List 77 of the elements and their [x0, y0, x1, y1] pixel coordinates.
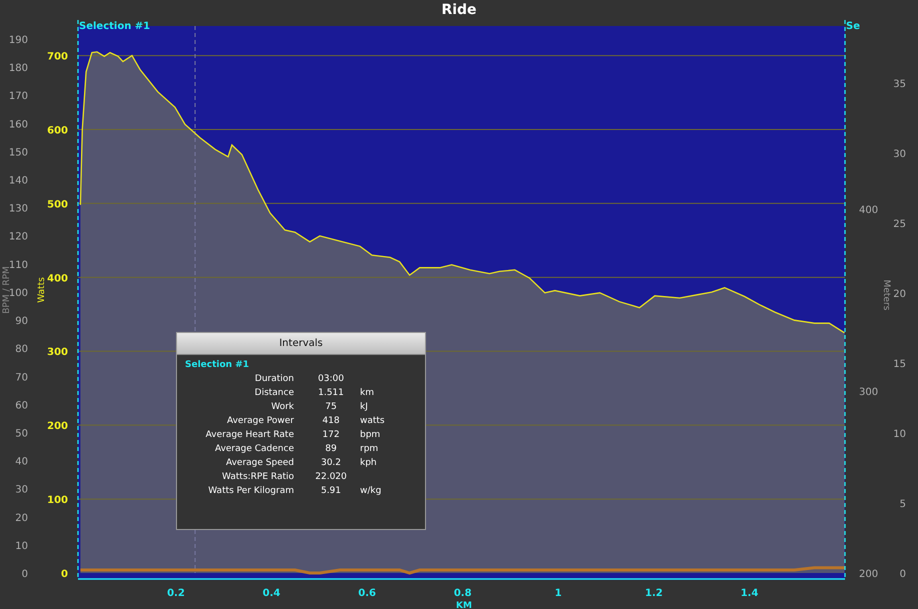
axis-tick-label: 600 [47, 125, 68, 136]
axis-tick-label: 180 [8, 63, 28, 74]
stat-label: Work [270, 401, 295, 414]
axis-tick-label: 90 [15, 316, 28, 328]
axis-tick-label: 700 [47, 52, 68, 63]
stat-value: 22.020 [314, 471, 348, 484]
axis-tick-label: 0 [61, 569, 68, 580]
axis-tick-label: 110 [8, 260, 28, 271]
axis-tick-label: 0.8 [454, 588, 472, 599]
axis-tick-label: 0.2 [167, 588, 185, 599]
axis-title: Watts [37, 277, 47, 303]
axis-title: KM [456, 601, 472, 609]
axis-tick-label: 0 [22, 569, 28, 580]
stat-label: Duration [254, 373, 295, 386]
stat-label: Average Speed [224, 457, 295, 470]
axis-tick-label: 200 [859, 569, 878, 580]
axis-tick-label: 100 [47, 495, 68, 506]
axis-tick-label: 200 [47, 421, 68, 432]
axis-tick-label: 60 [15, 400, 28, 412]
axis-tick-label: 400 [47, 273, 68, 284]
axis-tick-label: 80 [15, 344, 28, 356]
stat-label: Watts Per Kilogram [207, 485, 295, 498]
stat-unit: kph [360, 457, 378, 470]
stat-value: 172 [321, 429, 341, 442]
axis-tick-label: 0.4 [262, 588, 280, 599]
stat-label: Average Cadence [214, 443, 295, 456]
stat-label: Watts:RPE Ratio [221, 471, 295, 484]
stat-label: Distance [254, 387, 295, 400]
axis-tick-label: 15 [893, 359, 906, 370]
axis-tick-label: 140 [8, 176, 28, 187]
stat-label: Average Heart Rate [204, 429, 295, 442]
axis-tick-label: 40 [15, 456, 28, 468]
axis-tick-label: 20 [893, 289, 906, 300]
axis-tick-label: 300 [47, 347, 68, 358]
stat-unit: w/kg [360, 485, 382, 498]
axis-tick-label: 160 [8, 119, 28, 130]
stat-label: Average Power [226, 415, 295, 428]
axis-tick-label: 190 [8, 35, 28, 46]
axis-tick-label: 170 [8, 91, 28, 102]
stat-value: 03:00 [317, 373, 345, 386]
panel-title: Intervals [177, 333, 425, 355]
axis-tick-label: 5 [900, 499, 906, 510]
axis-title: Meters [881, 280, 891, 310]
axis-tick-label: 1.4 [740, 588, 758, 599]
axis-tick-label: 25 [893, 219, 906, 230]
selection-title: Selection #1 [185, 360, 250, 370]
axis-tick-label: 300 [859, 387, 878, 398]
stat-unit: rpm [360, 443, 380, 456]
axis-tick-label: 130 [8, 204, 28, 215]
stat-unit: bpm [360, 429, 382, 442]
axis-tick-label: 30 [15, 484, 28, 496]
stat-value: 1.511 [317, 387, 345, 400]
axis-tick-label: 0 [900, 569, 906, 580]
axis-tick-label: 500 [47, 199, 68, 210]
axis-tick-label: 30 [893, 149, 906, 160]
stat-unit: watts [360, 415, 386, 428]
stat-value: 30.2 [320, 457, 342, 470]
stat-value: 89 [324, 443, 338, 456]
axis-tick-label: 0.6 [358, 588, 376, 599]
axis-tick-label: 100 [8, 288, 28, 299]
axis-tick-label: 50 [15, 428, 28, 440]
stat-value: 75 [324, 401, 338, 414]
stat-unit: kJ [360, 401, 369, 414]
axis-tick-label: 10 [15, 540, 28, 552]
stat-value: 418 [321, 415, 341, 428]
axis-tick-label: 1 [554, 588, 562, 599]
stat-unit: km [360, 387, 375, 400]
chart-title: Ride [441, 2, 477, 18]
axis-tick-label: 35 [893, 79, 906, 90]
axis-tick-label: 120 [8, 232, 28, 243]
axis-tick-label: 400 [859, 205, 878, 216]
axis-tick-label: 10 [893, 429, 906, 440]
axis-tick-label: 70 [15, 372, 28, 384]
axis-tick-label: 20 [15, 512, 28, 524]
stat-value: 5.91 [320, 485, 342, 498]
axis-tick-label: 1.2 [645, 588, 663, 599]
axis-tick-label: 150 [8, 147, 28, 158]
